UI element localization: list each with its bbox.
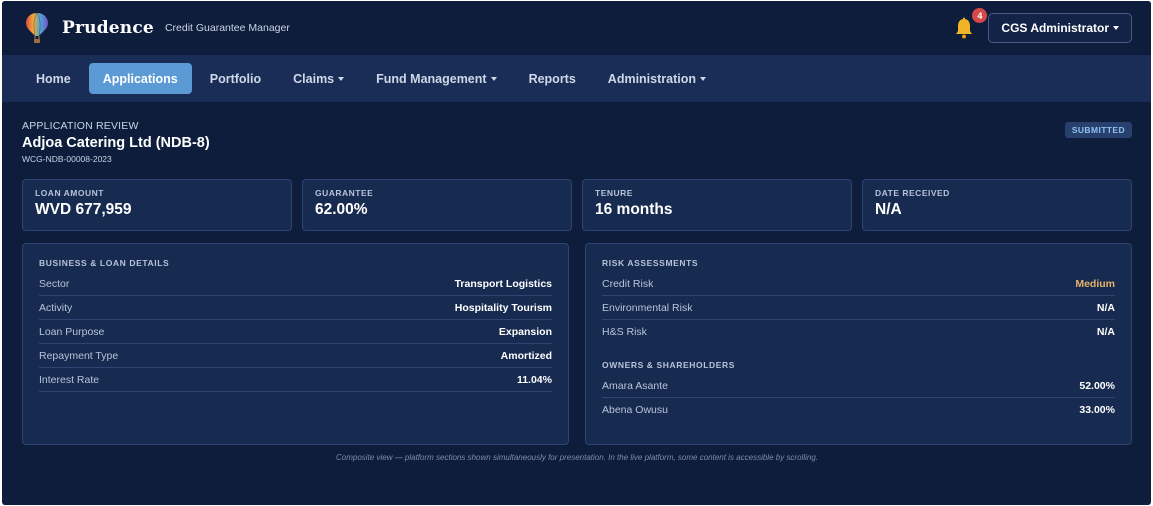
nav-item-applications[interactable]: Applications xyxy=(88,63,192,94)
stat-card-guarantee: GUARANTEE 62.00% xyxy=(302,179,572,231)
row-label: Loan Purpose xyxy=(39,325,105,338)
notifications-button[interactable]: 4 xyxy=(952,8,988,40)
owner-row: Abena Owusu 33.00% xyxy=(602,398,1115,422)
stat-label: TENURE xyxy=(595,188,633,198)
nav-item-label: Portfolio xyxy=(209,71,262,86)
row-label: Environmental Risk xyxy=(602,301,693,314)
risk-owners-panel: RISK ASSESSMENTS Credit Risk Medium Envir… xyxy=(585,243,1132,445)
row-label: Interest Rate xyxy=(39,373,100,386)
owner-share: 33.00% xyxy=(1079,404,1115,416)
row-value: N/A xyxy=(1096,301,1115,314)
section-title: BUSINESS & LOAN DETAILS xyxy=(39,258,170,268)
owner-name: Abena Owusu xyxy=(602,404,668,416)
owner-name: Amara Asante xyxy=(602,379,668,392)
hot-air-balloon-icon xyxy=(24,11,50,45)
main-content: APPLICATION REVIEW Adjoa Catering Ltd (N… xyxy=(2,102,1151,462)
brand-name: Prudence xyxy=(62,18,154,38)
nav-item-portfolio[interactable]: Portfolio xyxy=(196,63,275,94)
nav-item-administration[interactable]: Administration xyxy=(594,63,720,94)
user-menu-label: CGS Administrator xyxy=(1001,21,1109,35)
detail-row: Interest Rate 11.04% xyxy=(39,368,552,392)
chevron-down-icon xyxy=(1113,26,1119,30)
footnote: Composite view — platform sections shown… xyxy=(336,453,818,462)
chevron-down-icon xyxy=(338,76,345,81)
section-title: RISK ASSESSMENTS xyxy=(602,258,699,268)
detail-row: Sector Transport Logistics xyxy=(39,272,552,296)
nav-item-label: Claims xyxy=(293,71,335,86)
nav-item-label: Fund Management xyxy=(376,71,487,86)
summary-stats: LOAN AMOUNT WVD 677,959 GUARANTEE 62.00%… xyxy=(22,179,1132,231)
risk-row: H&S Risk N/A xyxy=(602,320,1115,344)
stat-card-date-received: DATE RECEIVED N/A xyxy=(862,179,1132,231)
brand[interactable]: Prudence Credit Guarantee Manager xyxy=(24,11,290,45)
nav-item-claims[interactable]: Claims xyxy=(279,63,358,94)
detail-row: Repayment Type Amortized xyxy=(39,344,552,368)
stat-value: 16 months xyxy=(595,201,673,218)
detail-row: Activity Hospitality Tourism xyxy=(39,296,552,320)
row-value: Expansion xyxy=(498,325,552,338)
stat-card-tenure: TENURE 16 months xyxy=(582,179,852,231)
notification-count-badge: 4 xyxy=(972,8,988,23)
nav-item-label: Home xyxy=(36,71,71,86)
chevron-down-icon xyxy=(700,76,706,81)
owner-share: 52.00% xyxy=(1079,379,1115,392)
business-loan-panel: BUSINESS & LOAN DETAILS Sector Transport … xyxy=(22,243,569,445)
risk-row: Credit Risk Medium xyxy=(602,272,1115,296)
stat-card-loan-amount: LOAN AMOUNT WVD 677,959 xyxy=(22,179,292,231)
risk-row: Environmental Risk N/A xyxy=(602,296,1115,320)
stat-value: 62.00% xyxy=(315,201,368,218)
nav-item-label: Applications xyxy=(102,71,178,86)
stat-value: N/A xyxy=(875,201,902,218)
main-nav: Home Applications Portfolio Claims Fund … xyxy=(2,55,1151,102)
application-reference: WCG-NDB-00008-2023 xyxy=(22,154,112,164)
detail-panels: BUSINESS & LOAN DETAILS Sector Transport … xyxy=(22,243,1132,445)
stat-value: WVD 677,959 xyxy=(35,201,132,218)
row-label: Repayment Type xyxy=(39,349,119,362)
row-value: Hospitality Tourism xyxy=(454,301,552,314)
app-window: Prudence Credit Guarantee Manager 4 CGS … xyxy=(2,1,1151,505)
status-badge: SUBMITTED xyxy=(1064,122,1132,138)
application-header: APPLICATION REVIEW Adjoa Catering Ltd (N… xyxy=(22,120,1132,164)
row-value: 11.04% xyxy=(516,373,552,386)
row-label: H&S Risk xyxy=(602,326,647,338)
top-bar: Prudence Credit Guarantee Manager 4 CGS … xyxy=(2,1,1151,55)
row-value: Transport Logistics xyxy=(454,277,552,290)
stat-label: DATE RECEIVED xyxy=(875,188,950,198)
row-label: Sector xyxy=(39,277,70,290)
nav-item-label: Reports xyxy=(528,71,576,86)
row-value: N/A xyxy=(1096,326,1115,338)
row-label: Credit Risk xyxy=(602,277,654,290)
nav-item-reports[interactable]: Reports xyxy=(515,63,590,94)
detail-row: Loan Purpose Expansion xyxy=(39,320,552,344)
user-menu-button[interactable]: CGS Administrator xyxy=(988,13,1132,43)
top-right-controls: 4 CGS Administrator xyxy=(952,8,1132,43)
brand-subtitle: Credit Guarantee Manager xyxy=(164,22,290,34)
owner-row: Amara Asante 52.00% xyxy=(602,374,1115,398)
chevron-down-icon xyxy=(490,76,497,81)
row-label: Activity xyxy=(39,301,73,314)
stat-label: LOAN AMOUNT xyxy=(35,188,104,198)
page-overline: APPLICATION REVIEW xyxy=(22,120,139,132)
credit-risk-value: Medium xyxy=(1075,277,1115,290)
page-title: Adjoa Catering Ltd (NDB-8) xyxy=(22,135,210,151)
nav-item-label: Administration xyxy=(607,71,696,86)
section-title: OWNERS & SHAREHOLDERS xyxy=(602,360,736,370)
stat-label: GUARANTEE xyxy=(315,188,374,198)
row-value: Amortized xyxy=(500,349,552,362)
nav-item-home[interactable]: Home xyxy=(22,63,85,94)
nav-item-fund-management[interactable]: Fund Management xyxy=(362,63,510,94)
